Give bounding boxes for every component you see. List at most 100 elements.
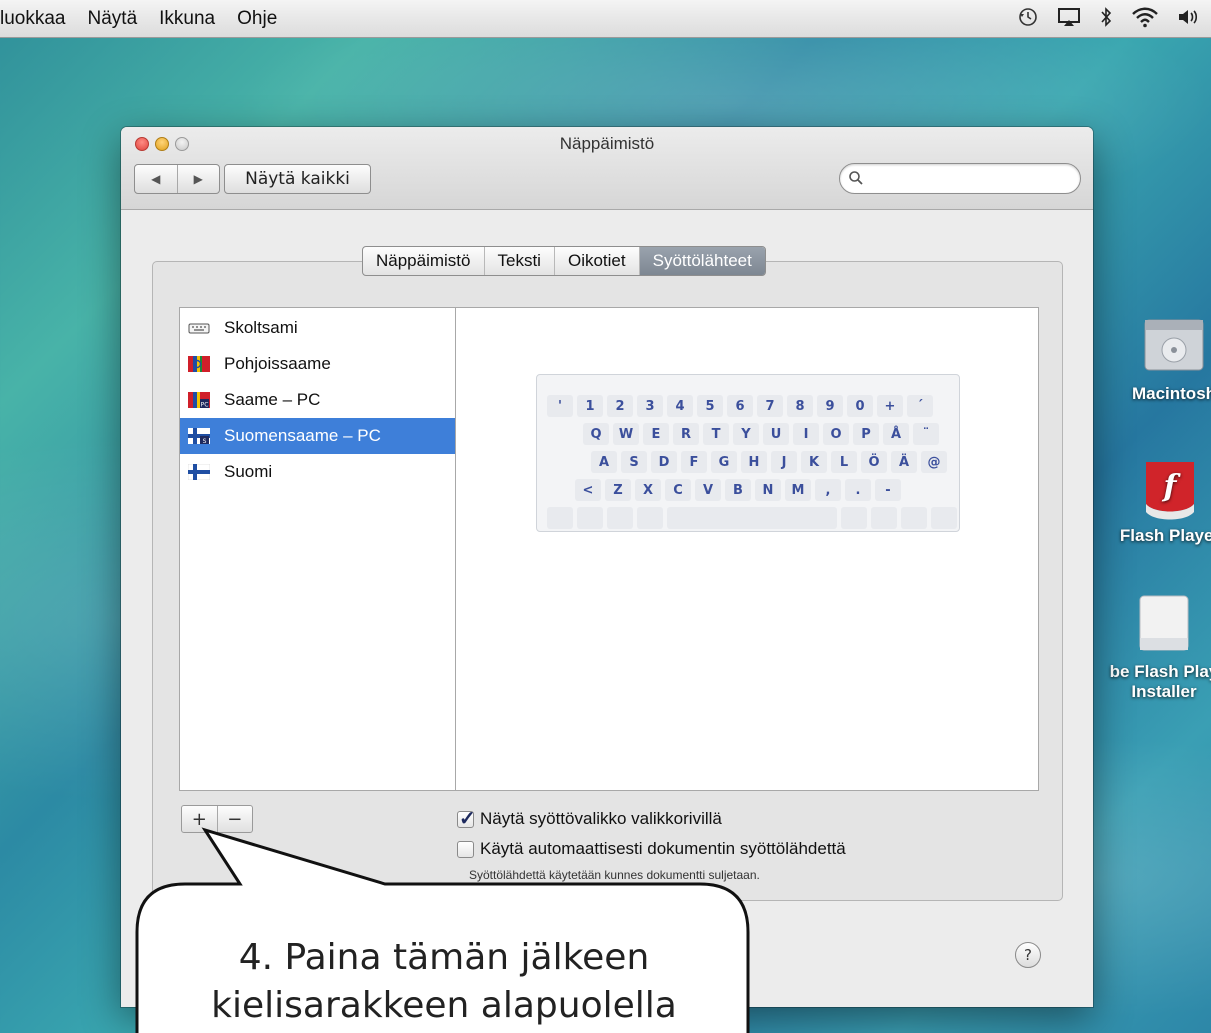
menu-view[interactable]: Näytä bbox=[88, 8, 138, 30]
key: Q bbox=[583, 423, 609, 445]
wifi-icon[interactable] bbox=[1131, 6, 1159, 28]
keyboard-preview-pane: ' 1 2 3 4 5 6 7 8 9 0 + ´ Q W E R T Y U I O P Å ¨ A S D F G H J K L Ö Ä @ … bbox=[455, 307, 1039, 791]
tab-input-sources[interactable]: Syöttölähteet bbox=[638, 247, 765, 275]
tab-keyboard[interactable]: Näppäimistö bbox=[363, 247, 484, 275]
forward-button[interactable]: ▶ bbox=[176, 165, 220, 193]
key: 1 bbox=[577, 395, 603, 417]
tab-text[interactable]: Teksti bbox=[483, 247, 554, 275]
key: G bbox=[711, 451, 737, 473]
key: 7 bbox=[757, 395, 783, 417]
tab-bar: Näppäimistö Teksti Oikotiet Syöttölähtee… bbox=[362, 246, 766, 276]
volume-icon[interactable] bbox=[1177, 7, 1199, 27]
key: P bbox=[853, 423, 879, 445]
add-input-source-button[interactable]: + bbox=[182, 806, 217, 832]
key-row-home: A S D F G H J K L Ö Ä @ bbox=[591, 451, 947, 473]
search-input[interactable] bbox=[870, 168, 1074, 190]
key: @ bbox=[921, 451, 947, 473]
auto-switch-label: Käytä automaattisesti dokumentin syöttöl… bbox=[480, 839, 846, 858]
key bbox=[607, 507, 633, 529]
key: ´ bbox=[907, 395, 933, 417]
key bbox=[931, 507, 957, 529]
list-item[interactable]: Suomi bbox=[180, 454, 455, 490]
flash-player-icon: f bbox=[1140, 458, 1200, 520]
help-button[interactable]: ? bbox=[1015, 942, 1041, 968]
key: X bbox=[635, 479, 661, 501]
key: 6 bbox=[727, 395, 753, 417]
arrow-right-icon: ▶ bbox=[193, 172, 203, 186]
auto-switch-option[interactable]: Käytä automaattisesti dokumentin syöttöl… bbox=[457, 839, 846, 859]
tab-shortcuts[interactable]: Oikotiet bbox=[553, 247, 639, 275]
auto-switch-note: Syöttölähdettä käytetään kunnes dokument… bbox=[469, 868, 760, 882]
key: . bbox=[845, 479, 871, 501]
key: T bbox=[703, 423, 729, 445]
sami-flag-icon bbox=[188, 356, 210, 372]
callout-line-1: 4. Paina tämän jälkeen bbox=[238, 937, 650, 978]
key-row-space bbox=[547, 507, 957, 529]
key-row-bottom: < Z X C V B N M,. - bbox=[575, 479, 901, 501]
show-all-button[interactable]: Näytä kaikki bbox=[224, 164, 371, 194]
space-key bbox=[667, 507, 837, 529]
show-input-menu-label: Näytä syöttövalikko valikkorivillä bbox=[480, 809, 722, 828]
desktop-icon-flash-installer[interactable]: be Flash Play Installer bbox=[1094, 592, 1211, 702]
key: J bbox=[771, 451, 797, 473]
key-row-top: Q W E R T Y U I O P Å ¨ bbox=[583, 423, 939, 445]
list-item-label: Suomi bbox=[224, 462, 273, 481]
menu-help[interactable]: Ohje bbox=[237, 8, 277, 30]
input-source-list[interactable]: Skoltsami Pohjoissaame PC Saame – PC S S… bbox=[179, 307, 456, 791]
keyboard-layout-preview: ' 1 2 3 4 5 6 7 8 9 0 + ´ Q W E R T Y U I O P Å ¨ A S D F G H J K L Ö Ä @ … bbox=[536, 374, 960, 532]
key: , bbox=[815, 479, 841, 501]
key: ' bbox=[547, 395, 573, 417]
key: 3 bbox=[637, 395, 663, 417]
key: ¨ bbox=[913, 423, 939, 445]
arrow-left-icon: ◀ bbox=[151, 172, 161, 186]
bluetooth-icon[interactable] bbox=[1099, 6, 1113, 28]
airplay-icon[interactable] bbox=[1057, 7, 1081, 27]
callout-text: 4. Paina tämän jälkeen kielisarakkeen al… bbox=[140, 934, 748, 1030]
desktop-icon-label-line1: be Flash Play bbox=[1109, 662, 1211, 681]
key bbox=[871, 507, 897, 529]
key bbox=[637, 507, 663, 529]
show-input-menu-option[interactable]: Näytä syöttövalikko valikkorivillä bbox=[457, 806, 722, 831]
finland-flag-icon bbox=[188, 464, 210, 480]
menu-edit[interactable]: luokkaa bbox=[0, 8, 66, 30]
key bbox=[901, 507, 927, 529]
list-item-label: Saame – PC bbox=[224, 390, 321, 409]
key: L bbox=[831, 451, 857, 473]
menu-bar: luokkaa Näytä Ikkuna Ohje bbox=[0, 0, 1211, 38]
key: Å bbox=[883, 423, 909, 445]
list-item[interactable]: PC Saame – PC bbox=[180, 382, 455, 418]
disk-image-icon bbox=[1137, 592, 1191, 656]
menu-window[interactable]: Ikkuna bbox=[159, 8, 215, 30]
key: 9 bbox=[817, 395, 843, 417]
back-button[interactable]: ◀ bbox=[135, 165, 177, 193]
desktop-icon-macintosh[interactable]: Macintosh bbox=[1104, 312, 1211, 404]
key: Ä bbox=[891, 451, 917, 473]
list-item-selected[interactable]: S Suomensaame – PC bbox=[180, 418, 455, 454]
show-input-menu-checkbox[interactable] bbox=[457, 806, 476, 831]
key: B bbox=[725, 479, 751, 501]
key: M bbox=[785, 479, 811, 501]
list-item[interactable]: Pohjoissaame bbox=[180, 346, 455, 382]
add-remove-buttons: + − bbox=[181, 805, 253, 833]
list-item[interactable]: Skoltsami bbox=[180, 310, 455, 346]
back-forward-buttons: ◀ ▶ bbox=[134, 164, 220, 194]
key: H bbox=[741, 451, 767, 473]
sami-pc-flag-icon: PC bbox=[188, 392, 210, 408]
search-icon bbox=[849, 171, 863, 185]
desktop-icon-label-line2: Installer bbox=[1131, 682, 1197, 701]
key: D bbox=[651, 451, 677, 473]
key: < bbox=[575, 479, 601, 501]
key: N bbox=[755, 479, 781, 501]
key: 5 bbox=[697, 395, 723, 417]
remove-input-source-button[interactable]: − bbox=[216, 806, 253, 832]
key bbox=[547, 507, 573, 529]
key: U bbox=[763, 423, 789, 445]
auto-switch-checkbox[interactable] bbox=[457, 840, 474, 858]
search-field[interactable] bbox=[839, 163, 1081, 194]
hard-drive-icon bbox=[1141, 312, 1207, 378]
keyboard-icon bbox=[188, 323, 210, 334]
desktop-icon-flash-player[interactable]: f Flash Player bbox=[1100, 458, 1211, 546]
time-machine-icon[interactable] bbox=[1017, 6, 1039, 28]
key: F bbox=[681, 451, 707, 473]
key: R bbox=[673, 423, 699, 445]
